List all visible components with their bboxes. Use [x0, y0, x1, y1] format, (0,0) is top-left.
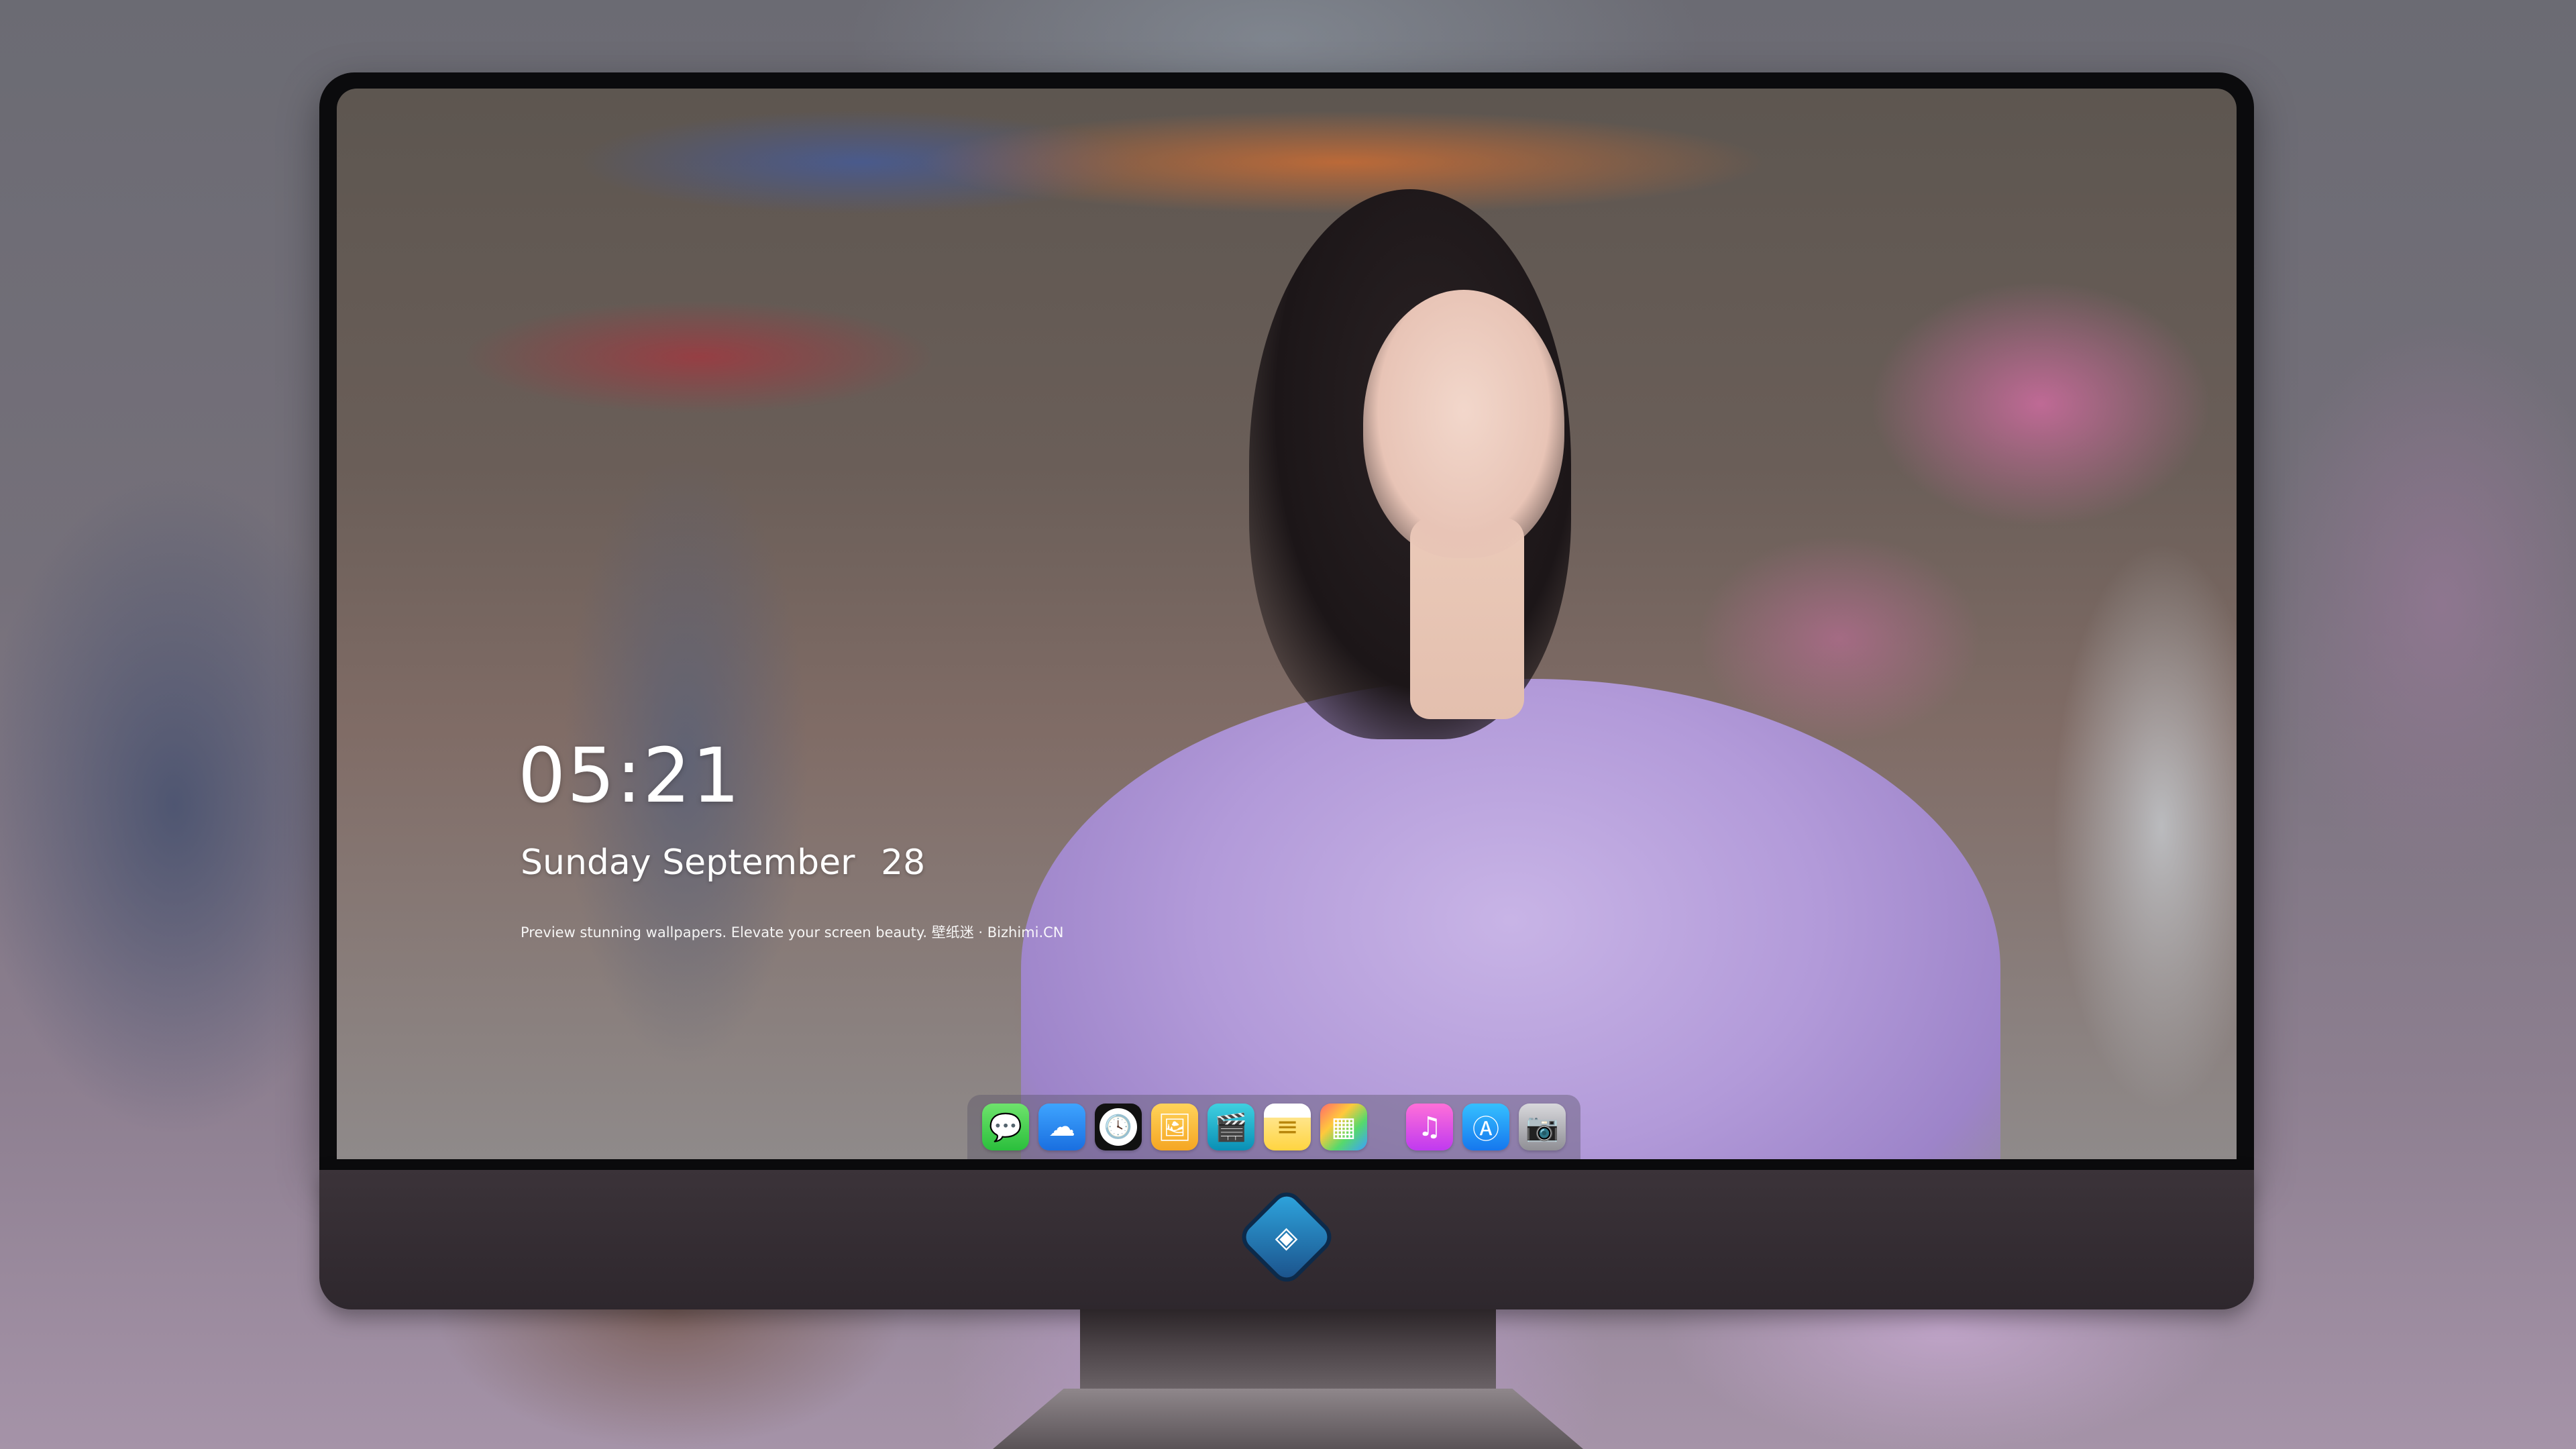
- preview-icon[interactable]: 🖼: [1151, 1104, 1198, 1150]
- lock-screen-date: Sunday September 28: [521, 843, 925, 883]
- wallpaper-tagline: Preview stunning wallpapers. Elevate you…: [521, 924, 1064, 941]
- monitor-bezel: 05:21 Sunday September 28 Preview stunni…: [319, 72, 2254, 1170]
- date-month: September: [662, 843, 855, 883]
- date-weekday: Sunday: [521, 843, 651, 883]
- dragon-mascot-icon: ◈: [1241, 1191, 1332, 1283]
- screen-wallpaper: 05:21 Sunday September 28 Preview stunni…: [337, 89, 2237, 1159]
- lock-screen-clock: 05:21: [518, 733, 741, 820]
- message-bubble-icon[interactable]: 💬: [982, 1104, 1029, 1150]
- photos-icon[interactable]: ▦: [1320, 1104, 1367, 1150]
- date-day: 28: [881, 843, 926, 883]
- camera-icon[interactable]: 📷: [1519, 1104, 1566, 1150]
- clapperboard-icon[interactable]: 🎬: [1208, 1104, 1254, 1150]
- photos-glyph: ▦: [1331, 1112, 1356, 1142]
- weather-cloud-icon[interactable]: ☁: [1038, 1104, 1085, 1150]
- clock-glyph: 🕓: [1099, 1108, 1137, 1146]
- monitor-stand-neck: [1080, 1309, 1496, 1389]
- music-note-icon[interactable]: ♫: [1406, 1104, 1453, 1150]
- clips-glyph: 🎬: [1214, 1112, 1248, 1143]
- camera-glyph: 📷: [1525, 1112, 1559, 1143]
- wallpaper-figure-robe: [1021, 679, 2000, 1159]
- app-store-icon[interactable]: Ⓐ: [1462, 1104, 1509, 1150]
- preview-glyph: 🖼: [1157, 1112, 1192, 1143]
- wallpaper-figure-face: [1363, 290, 1564, 558]
- notes-glyph: ≡: [1276, 1112, 1299, 1142]
- weather-glyph: ☁: [1049, 1112, 1075, 1142]
- monitor-chin: ◈: [319, 1170, 2254, 1309]
- app-store-glyph: Ⓐ: [1472, 1114, 1499, 1145]
- monitor-stand-base: [993, 1389, 1583, 1449]
- notes-icon[interactable]: ≡: [1264, 1104, 1311, 1150]
- music-glyph: ♫: [1417, 1112, 1442, 1142]
- dock: 💬 ☁ 🕓 🖼 🎬 ≡ ▦ ♫ Ⓐ 📷: [967, 1095, 1580, 1159]
- monitor: 05:21 Sunday September 28 Preview stunni…: [319, 72, 2254, 1309]
- clock-icon[interactable]: 🕓: [1095, 1104, 1142, 1150]
- messages-glyph: 💬: [989, 1112, 1022, 1143]
